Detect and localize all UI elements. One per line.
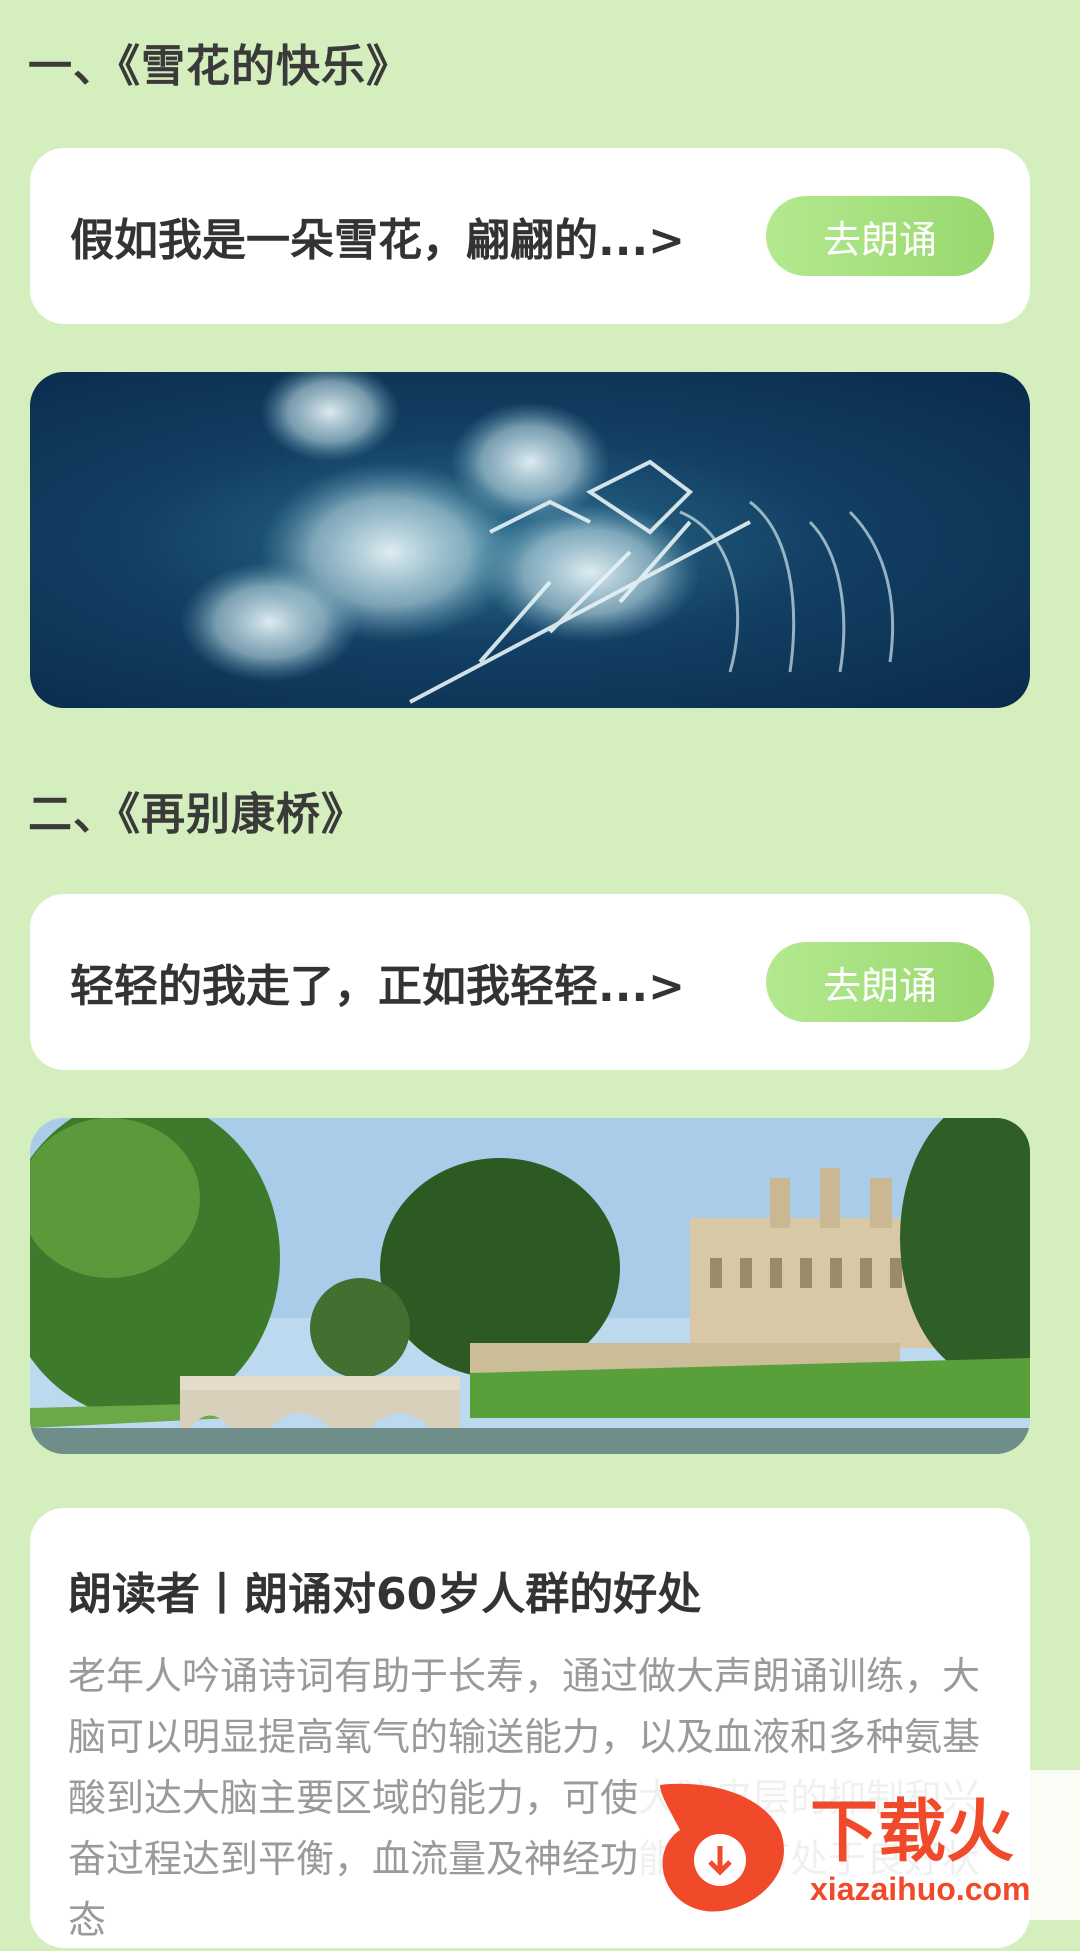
poem-card-2[interactable]: 轻轻的我走了，正如我轻轻...> 去朗诵	[30, 894, 1030, 1070]
poem-card-1[interactable]: 假如我是一朵雪花，翩翩的...> 去朗诵	[30, 148, 1030, 324]
watermark-brand: 下载火	[810, 1794, 1014, 1870]
section-title-2: 二、《再别康桥》	[28, 789, 366, 840]
bridge-illustration	[30, 1118, 1030, 1454]
recite-button-1[interactable]: 去朗诵	[766, 196, 994, 276]
poem-excerpt-1[interactable]: 假如我是一朵雪花，翩翩的...>	[70, 204, 685, 268]
bridge-image	[30, 1118, 1030, 1454]
recite-button-2[interactable]: 去朗诵	[766, 942, 994, 1022]
poem-excerpt-2[interactable]: 轻轻的我走了，正如我轻轻...>	[70, 950, 685, 1014]
section-title-1: 一、《雪花的快乐》	[28, 41, 411, 92]
watermark-url: xiazaihuo.com	[810, 1871, 1031, 1907]
article-title[interactable]: 朗读者丨朗诵对60岁人群的好处	[68, 1558, 701, 1622]
watermark-logo: 下载火 xiazaihuo.com	[640, 1770, 1080, 1920]
snowflake-image	[30, 372, 1030, 708]
snowflake-illustration	[180, 372, 895, 704]
